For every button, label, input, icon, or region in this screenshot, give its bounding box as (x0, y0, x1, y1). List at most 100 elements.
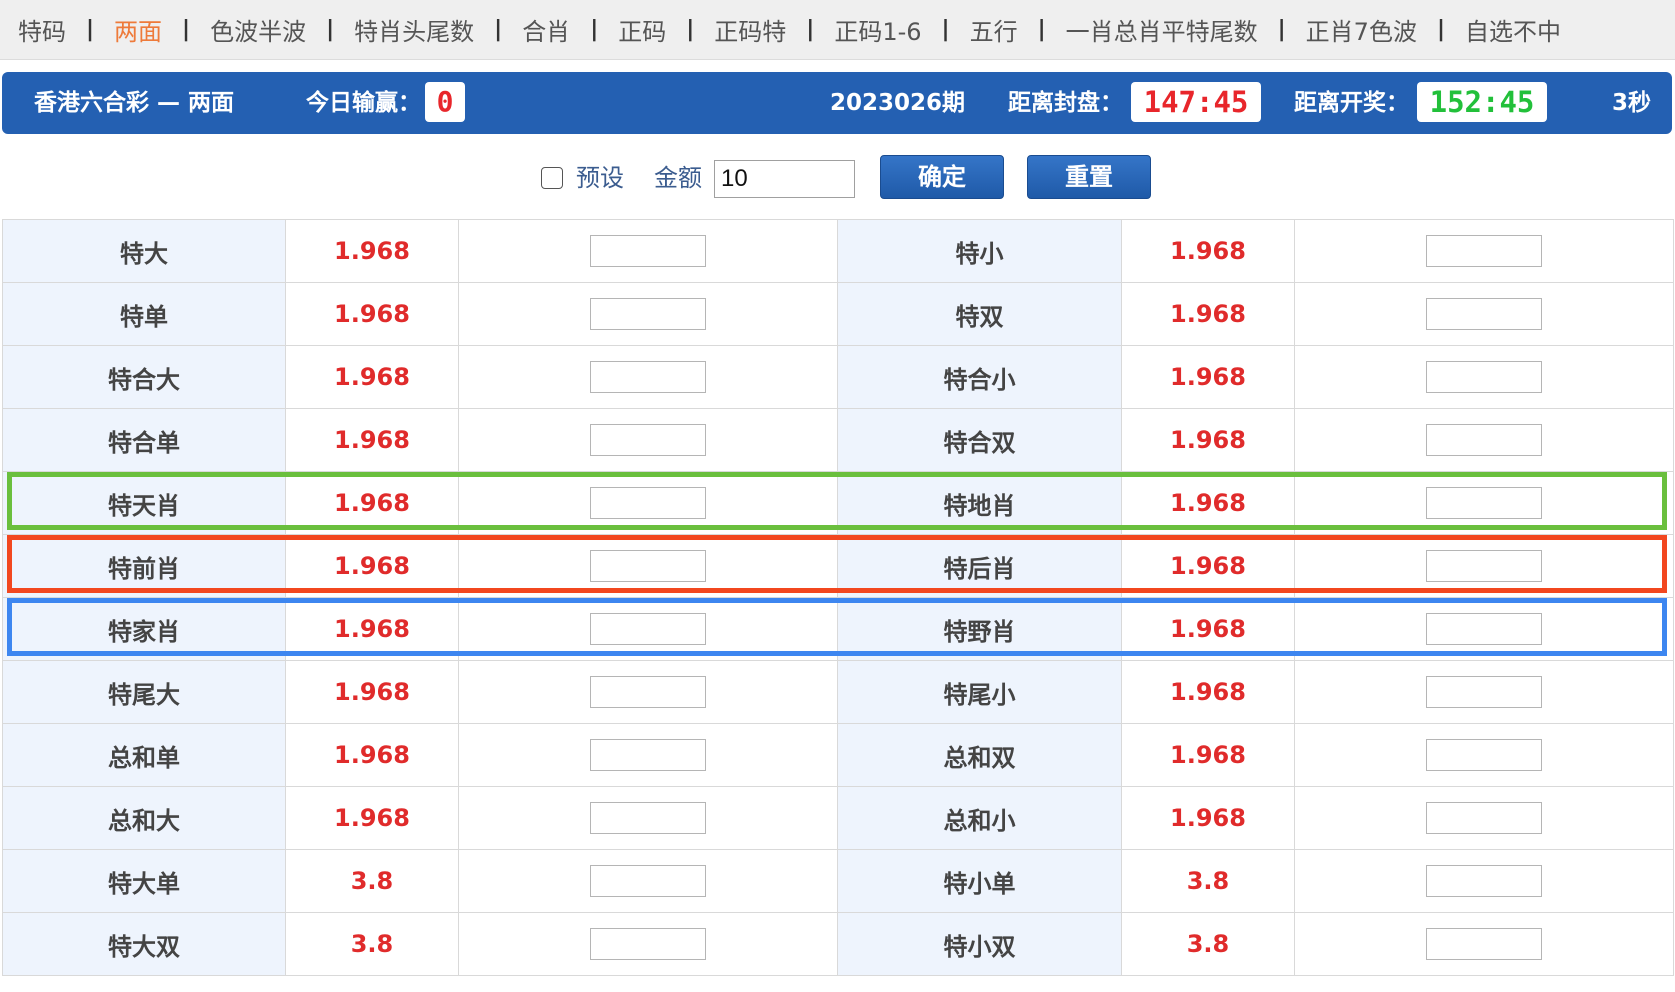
bet-name: 特单 (2, 282, 286, 346)
bet-odds: 1.968 (1121, 786, 1295, 850)
bet-name: 特合大 (2, 345, 286, 409)
bet-amount-input[interactable] (590, 739, 706, 771)
bet-amount-input[interactable] (590, 802, 706, 834)
bet-input-cell (458, 912, 838, 976)
bet-input-cell (458, 849, 838, 913)
table-row: 特天肖 1.968 特地肖 1.968 (2, 471, 1674, 535)
bet-amount-input[interactable] (590, 550, 706, 582)
nav-separator: | (86, 17, 95, 42)
bet-amount-input[interactable] (1426, 424, 1542, 456)
bet-name: 特合小 (837, 345, 1122, 409)
today-label: 今日输赢： (306, 90, 421, 116)
bet-odds: 3.8 (1121, 912, 1295, 976)
bet-input-cell (1294, 597, 1674, 661)
nav-item[interactable]: 正码1-6 (834, 12, 921, 47)
bet-amount-input[interactable] (1426, 865, 1542, 897)
bet-name: 特小 (837, 219, 1122, 283)
bet-amount-input[interactable] (1426, 361, 1542, 393)
bet-odds: 1.968 (1121, 597, 1295, 661)
bet-name: 总和小 (837, 786, 1122, 850)
table-row: 特尾大 1.968 特尾小 1.968 (2, 660, 1674, 724)
close-label: 距离封盘： (1008, 90, 1123, 116)
bet-odds: 1.968 (285, 660, 459, 724)
nav-separator: | (941, 17, 950, 42)
close-time-badge: 147:45 (1131, 81, 1261, 122)
bet-odds: 3.8 (1121, 849, 1295, 913)
reset-button[interactable]: 重置 (1027, 155, 1151, 199)
bet-name: 特合单 (2, 408, 286, 472)
preset-checkbox[interactable] (541, 167, 563, 189)
table-row: 特大双 3.8 特小双 3.8 (2, 912, 1674, 976)
bet-name: 总和双 (837, 723, 1122, 787)
open-label: 距离开奖： (1294, 90, 1409, 116)
bet-amount-input[interactable] (590, 298, 706, 330)
bet-input-cell (458, 282, 838, 346)
bet-input-cell (1294, 345, 1674, 409)
nav-item[interactable]: 正肖7色波 (1306, 12, 1417, 47)
table-row: 特家肖 1.968 特野肖 1.968 (2, 597, 1674, 661)
bet-amount-input[interactable] (1426, 739, 1542, 771)
bet-odds: 1.968 (1121, 282, 1295, 346)
bet-name: 特家肖 (2, 597, 286, 661)
page-title: 香港六合彩 — 两面 (34, 90, 235, 116)
bet-amount-input[interactable] (590, 361, 706, 393)
bet-input-cell (458, 408, 838, 472)
nav-item[interactable]: 色波半波 (210, 12, 306, 47)
bet-amount-input[interactable] (590, 865, 706, 897)
bet-amount-input[interactable] (590, 613, 706, 645)
table-row: 特前肖 1.968 特后肖 1.968 (2, 534, 1674, 598)
bet-amount-input[interactable] (590, 235, 706, 267)
bet-input-cell (1294, 408, 1674, 472)
bet-odds: 1.968 (285, 219, 459, 283)
nav-item[interactable]: 特肖头尾数 (354, 12, 474, 47)
bet-input-cell (458, 345, 838, 409)
bet-odds: 1.968 (285, 786, 459, 850)
bet-amount-input[interactable] (1426, 802, 1542, 834)
confirm-button[interactable]: 确定 (880, 155, 1004, 199)
bet-amount-input[interactable] (590, 487, 706, 519)
nav-item[interactable]: 特码 (18, 12, 66, 47)
nav-separator: | (1436, 17, 1445, 42)
open-countdown: 距离开奖： 152:45 (1294, 72, 1547, 134)
bet-input-cell (458, 219, 838, 283)
table-row: 特合大 1.968 特合小 1.968 (2, 345, 1674, 409)
bet-odds: 1.968 (1121, 471, 1295, 535)
bet-amount-input[interactable] (1426, 235, 1542, 267)
amount-input[interactable] (714, 160, 855, 198)
nav-item[interactable]: 正码 (618, 12, 666, 47)
today-value-badge: 0 (425, 81, 465, 122)
bet-odds: 1.968 (1121, 660, 1295, 724)
bet-odds: 1.968 (285, 282, 459, 346)
nav-item[interactable]: 自选不中 (1465, 12, 1561, 47)
bet-name: 特小单 (837, 849, 1122, 913)
nav-item[interactable]: 五行 (970, 12, 1018, 47)
bet-input-cell (1294, 849, 1674, 913)
nav-item[interactable]: 一肖总肖平特尾数 (1066, 12, 1258, 47)
bet-odds: 1.968 (1121, 345, 1295, 409)
bet-amount-input[interactable] (590, 928, 706, 960)
bet-odds: 1.968 (285, 345, 459, 409)
bet-odds: 1.968 (285, 597, 459, 661)
nav-item[interactable]: 正码特 (714, 12, 786, 47)
top-nav: 特码 | 两面 | 色波半波 | 特肖头尾数 | 合肖 | 正码 | 正码特 | 正码1-6 | 五行 | 一肖总肖… (0, 0, 1675, 60)
table-row: 特合单 1.968 特合双 1.968 (2, 408, 1674, 472)
bet-amount-input[interactable] (1426, 613, 1542, 645)
preset-label: 预设 (576, 164, 624, 192)
bet-amount-input[interactable] (590, 676, 706, 708)
nav-item[interactable]: 合肖 (522, 12, 570, 47)
nav-item[interactable]: 两面 (114, 12, 162, 47)
today-winloss: 今日输赢： 0 (306, 72, 465, 134)
bet-name: 特双 (837, 282, 1122, 346)
bet-odds: 1.968 (1121, 408, 1295, 472)
bet-amount-input[interactable] (1426, 928, 1542, 960)
bet-amount-input[interactable] (1426, 487, 1542, 519)
bet-name: 特天肖 (2, 471, 286, 535)
bet-input-cell (1294, 786, 1674, 850)
bet-amount-input[interactable] (1426, 550, 1542, 582)
nav-separator: | (494, 17, 503, 42)
bet-name: 特前肖 (2, 534, 286, 598)
bet-input-cell (1294, 282, 1674, 346)
bet-amount-input[interactable] (1426, 676, 1542, 708)
bet-amount-input[interactable] (590, 424, 706, 456)
bet-amount-input[interactable] (1426, 298, 1542, 330)
